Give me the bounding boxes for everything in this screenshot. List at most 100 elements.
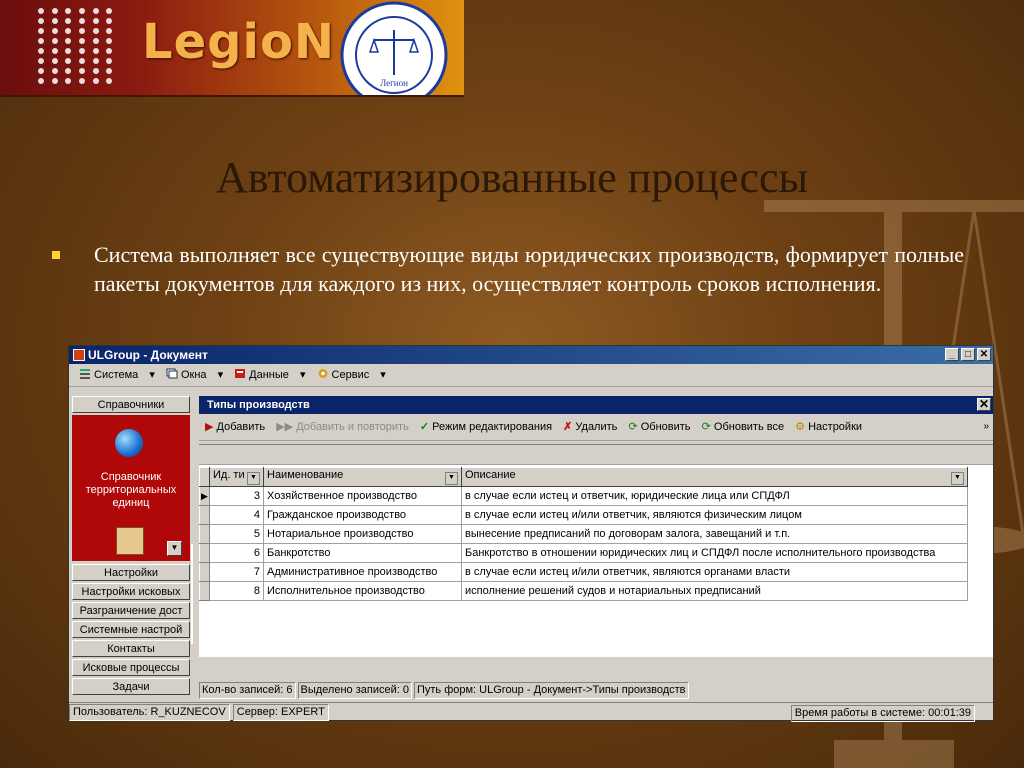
- sidebar-panel-label[interactable]: Справочник территориальных единиц: [72, 471, 190, 510]
- cell-id[interactable]: 7: [209, 562, 264, 582]
- cell-id[interactable]: 6: [209, 543, 264, 563]
- cell-desc[interactable]: в случае если истец и ответчик, юридичес…: [461, 486, 968, 506]
- close-icon[interactable]: ✕: [977, 348, 991, 361]
- panel-toolbar: ▶ Добавить ▶▶ Добавить и повторить ✓ Реж…: [199, 414, 993, 441]
- edit-mode-button[interactable]: ✓ Режим редактирования: [420, 421, 552, 433]
- data-grid: Ид. ти ▼ Наименование ▼ Описание ▼ ▶ 3 Хозя…: [199, 444, 993, 657]
- sidebar-item-references[interactable]: Справочники: [72, 396, 190, 413]
- menu-service[interactable]: Сервис ▾: [317, 369, 386, 381]
- col-desc-header[interactable]: Описание ▼: [461, 467, 968, 487]
- types-table: Ид. ти ▼ Наименование ▼ Описание ▼ ▶ 3 Хозя…: [199, 467, 968, 601]
- system-icon: [80, 369, 90, 379]
- checkmark-icon: ✓: [419, 421, 430, 433]
- window-statusbar: Пользователь: R_KUZNECOV Сервер: EXPERT …: [69, 702, 993, 722]
- sidebar-item-contacts[interactable]: Контакты: [72, 640, 190, 657]
- cell-id[interactable]: 3: [209, 486, 264, 506]
- panel-close-icon[interactable]: ✕: [977, 398, 991, 411]
- table-row[interactable]: 4 Гражданское производство в случае если…: [199, 505, 968, 525]
- minimize-icon[interactable]: _: [945, 348, 959, 361]
- menu-bar: Система ▾ Окна ▾ Данные ▾ Сервис ▾: [69, 364, 993, 387]
- data-icon: [235, 369, 246, 378]
- chevron-down-icon[interactable]: ▼: [445, 472, 458, 485]
- menu-windows[interactable]: Окна ▾: [166, 368, 223, 381]
- table-row[interactable]: ▶ 3 Хозяйственное производство в случае …: [199, 486, 968, 506]
- sidebar: Справочники Справочник территориальных е…: [72, 396, 190, 698]
- cell-desc[interactable]: вынесение предписаний по договорам залог…: [461, 524, 968, 544]
- windows-icon: [166, 368, 178, 379]
- sidebar-item-system-settings[interactable]: Системные настрой: [72, 621, 190, 638]
- cell-name[interactable]: Нотариальное производство: [263, 524, 462, 544]
- refresh-all-button[interactable]: ⟳ Обновить все: [702, 421, 784, 433]
- selected-count: Выделено записей: 0: [297, 682, 412, 699]
- add-repeat-button[interactable]: ▶▶ Добавить и повторить: [276, 421, 409, 433]
- current-user: Пользователь: R_KUZNECOV: [69, 704, 230, 721]
- delete-icon: ✗: [563, 421, 573, 433]
- delete-button[interactable]: ✗ Удалить: [563, 421, 617, 433]
- add-repeat-label: Добавить и повторить: [296, 421, 409, 433]
- app-window: ULGroup - Документ _ □ ✕ Система ▾ Окна …: [68, 345, 994, 722]
- col-id-label: Ид. ти: [213, 469, 245, 481]
- table-row[interactable]: 8 Исполнительное производство исполнение…: [199, 581, 968, 601]
- add-button[interactable]: ▶ Добавить: [205, 421, 265, 433]
- sidebar-item-claim-settings[interactable]: Настройки исковых: [72, 583, 190, 600]
- col-name-header[interactable]: Наименование ▼: [263, 467, 462, 487]
- sidebar-item-tasks[interactable]: Задачи: [72, 678, 190, 695]
- cell-name[interactable]: Административное производство: [263, 562, 462, 582]
- panel-title: Типы производств: [207, 399, 310, 411]
- menu-windows-label: Окна: [180, 369, 207, 381]
- form-path: Путь форм: ULGroup - Документ->Типы прои…: [413, 682, 689, 699]
- sidebar-panel: Справочник территориальных единиц ▼: [72, 415, 190, 561]
- toolbar-overflow-icon[interactable]: »: [983, 414, 989, 440]
- sidebar-item-settings[interactable]: Настройки: [72, 564, 190, 581]
- record-count: Кол-во записей: 6: [199, 682, 296, 699]
- globe-icon[interactable]: [115, 429, 143, 457]
- header-banner: LegioN Легион: [0, 0, 464, 97]
- cell-name[interactable]: Гражданское производство: [263, 505, 462, 525]
- refresh-icon: ⟳: [628, 421, 638, 433]
- slide-title: Автоматизированные процессы: [215, 153, 809, 202]
- cell-desc[interactable]: Банкротство в отношении юридических лиц …: [461, 543, 968, 563]
- settings-button[interactable]: ⚙ Настройки: [795, 421, 862, 433]
- refresh-button[interactable]: ⟳ Обновить: [628, 421, 690, 433]
- cell-id[interactable]: 8: [209, 581, 264, 601]
- table-row[interactable]: 6 Банкротство Банкротство в отношении юр…: [199, 543, 968, 563]
- menu-data[interactable]: Данные ▾: [234, 369, 305, 381]
- chevron-down-icon[interactable]: ▼: [951, 472, 964, 485]
- cell-id[interactable]: 4: [209, 505, 264, 525]
- refresh-all-label: Обновить все: [713, 421, 785, 433]
- cell-desc[interactable]: в случае если истец и/или ответчик, явля…: [461, 505, 968, 525]
- refresh-all-icon: ⟳: [701, 421, 711, 433]
- settings-label: Настройки: [808, 421, 863, 433]
- menu-system[interactable]: Система ▾: [79, 369, 155, 381]
- session-uptime: Время работы в системе: 00:01:39: [790, 705, 975, 722]
- sidebar-item-claims[interactable]: Исковые процессы: [72, 659, 190, 676]
- window-titlebar[interactable]: ULGroup - Документ _ □ ✕: [69, 346, 993, 364]
- col-id-header[interactable]: Ид. ти ▼: [209, 467, 264, 487]
- sidebar-item-access[interactable]: Разграничение дост: [72, 602, 190, 619]
- cell-id[interactable]: 5: [209, 524, 264, 544]
- cell-desc[interactable]: исполнение решений судов и нотариальных …: [461, 581, 968, 601]
- seal-emblem: Легион: [330, 0, 458, 95]
- add-label: Добавить: [216, 421, 266, 433]
- cell-name[interactable]: Банкротство: [263, 543, 462, 563]
- panel-titlebar: Типы производств ✕: [199, 396, 993, 414]
- chevron-down-icon[interactable]: ▼: [167, 541, 182, 556]
- cell-desc[interactable]: в случае если истец и/или ответчик, явля…: [461, 562, 968, 582]
- sidebar-splitter[interactable]: [191, 396, 199, 698]
- cell-name[interactable]: Исполнительное производство: [263, 581, 462, 601]
- table-row[interactable]: 5 Нотариальное производство вынесение пр…: [199, 524, 968, 544]
- col-desc-label: Описание: [465, 469, 516, 481]
- add-repeat-icon: ▶▶: [276, 421, 294, 433]
- window-title: ULGroup - Документ: [88, 348, 208, 362]
- bullet-text: Система выполняет все существующие виды …: [94, 242, 964, 296]
- group-by-bar[interactable]: [199, 445, 993, 465]
- maximize-icon[interactable]: □: [961, 348, 975, 361]
- menu-system-label: Система: [94, 369, 139, 381]
- chevron-down-icon[interactable]: ▼: [247, 472, 260, 485]
- cell-name[interactable]: Хозяйственное производство: [263, 486, 462, 506]
- dot-grid-logo: [38, 8, 118, 86]
- app-icon: [73, 349, 85, 361]
- table-row[interactable]: 7 Административное производство в случае…: [199, 562, 968, 582]
- book-icon[interactable]: [116, 527, 144, 555]
- current-server: Сервер: EXPERT: [232, 704, 329, 721]
